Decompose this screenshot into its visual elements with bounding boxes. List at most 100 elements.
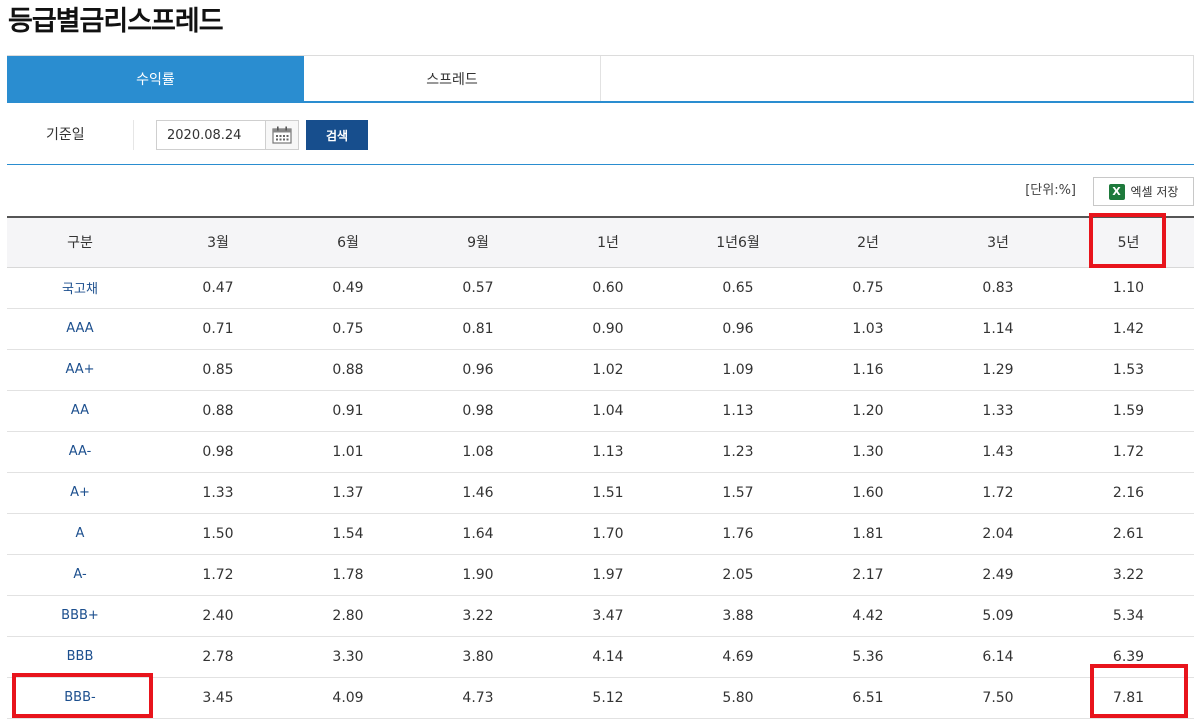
row-grade: AAA [66,321,94,336]
table-cell: 0.75 [852,279,884,296]
table-row: A 1.50 1.54 1.64 1.70 1.76 1.81 2.04 2.6… [7,513,1194,554]
row-grade: A- [73,567,87,582]
table-cell: 2.40 [202,607,234,624]
row-grade: BBB- [64,690,96,705]
unit-label: [단위:%] [1025,183,1076,198]
table-cell: 1.51 [592,484,624,501]
table-cell: 2.17 [852,566,884,583]
table-cell: 1.13 [722,402,754,419]
table-cell: 1.23 [722,443,754,460]
table-row: AAA 0.71 0.75 0.81 0.90 0.96 1.03 1.14 1… [7,308,1194,349]
column-header-6m: 6월 [337,235,359,252]
table-cell: 0.57 [462,279,494,296]
table-cell: 2.05 [722,566,754,583]
table-cell: 1.33 [982,402,1014,419]
row-grade: AA [70,403,90,418]
table-cell: 1.97 [592,566,624,583]
row-grade: AA+ [65,362,95,377]
table-row: A- 1.72 1.78 1.90 1.97 2.05 2.17 2.49 3.… [7,554,1194,595]
table-cell: 3.22 [1112,566,1145,583]
table-cell: 4.69 [722,648,754,665]
table-cell: 2.61 [1112,525,1145,542]
row-grade: A+ [70,485,90,500]
table-cell: 4.73 [462,689,494,706]
row-grade: AA- [68,444,92,459]
table-cell: 2.78 [202,648,234,665]
table-cell: 3.88 [722,607,754,624]
table-cell: 1.53 [1112,361,1145,378]
table-cell: 2.16 [1112,484,1145,501]
table-cell: 0.81 [462,320,494,337]
excel-save-button[interactable]: X 엑셀 저장 [1093,177,1194,206]
table-cell: 6.51 [852,689,884,706]
table-cell: 0.98 [462,402,494,419]
table-cell: 1.76 [722,525,754,542]
table-cell: 0.96 [462,361,494,378]
table-cell: 1.09 [722,361,754,378]
tab-yield[interactable]: 수익률 [7,56,304,101]
column-header-2y: 2년 [857,235,879,252]
table-cell: 3.22 [462,607,494,624]
table-cell: 1.14 [982,320,1014,337]
column-header-1y6m: 1년6월 [716,235,760,252]
table-cell: 1.78 [332,566,364,583]
table-cell: 1.42 [1112,320,1145,337]
table-row: 국고채 0.47 0.49 0.57 0.60 0.65 0.75 0.83 1… [7,267,1194,308]
table-cell: 1.29 [982,361,1014,378]
table-cell: 1.59 [1112,402,1145,419]
base-date-input[interactable] [156,120,266,150]
tab-bar: 수익률 스프레드 [7,55,1194,103]
table-cell: 6.39 [1112,648,1145,665]
table-cell: 2.80 [332,607,364,624]
table-cell: 0.83 [982,279,1014,296]
table-cell: 6.14 [982,648,1014,665]
table-row: AA 0.88 0.91 0.98 1.04 1.13 1.20 1.33 1.… [7,390,1194,431]
excel-icon: X [1108,183,1125,200]
table-cell: 1.03 [852,320,884,337]
search-button[interactable]: 검색 [306,120,368,150]
table-cell: 1.30 [852,443,884,460]
table-cell: 1.64 [462,525,494,542]
table-cell: 0.88 [332,361,364,378]
row-grade: BBB+ [61,608,99,623]
table-cell: 1.01 [332,443,364,460]
table-cell: 1.54 [332,525,364,542]
table-cell: 1.72 [1112,443,1145,460]
base-date-label: 기준일 [46,127,85,143]
table-row: AA- 0.98 1.01 1.08 1.13 1.23 1.30 1.43 1… [7,431,1194,472]
table-row: A+ 1.33 1.37 1.46 1.51 1.57 1.60 1.72 2.… [7,472,1194,513]
tab-spread[interactable]: 스프레드 [304,56,601,101]
table-cell: 1.13 [592,443,624,460]
column-header-1y: 1년 [597,235,619,252]
table-cell: 4.09 [332,689,364,706]
row-grade: 국고채 [62,282,98,297]
table-cell: 0.96 [722,320,754,337]
yield-table: 구분 3월 6월 9월 1년 1년6월 2년 3년 5년 국고채 0.47 0.… [7,216,1194,719]
table-cell: 0.91 [332,402,364,419]
table-cell: 1.08 [462,443,494,460]
table-row: BBB 2.78 3.30 3.80 4.14 4.69 5.36 6.14 6… [7,636,1194,677]
table-cell: 4.14 [592,648,624,665]
column-header-9m: 9월 [467,235,489,252]
column-header-3y: 3년 [987,235,1009,252]
table-cell: 2.04 [982,525,1014,542]
tab-bar-filler [601,56,1193,101]
table-header-row: 구분 3월 6월 9월 1년 1년6월 2년 3년 5년 [7,217,1194,267]
page-title: 등급별금리스프레드 [8,6,224,37]
filter-divider [133,120,134,150]
table-cell: 1.04 [592,402,624,419]
table-row: BBB+ 2.40 2.80 3.22 3.47 3.88 4.42 5.09 … [7,595,1194,636]
table-cell: 2.49 [982,566,1014,583]
table-cell: 5.36 [852,648,884,665]
calendar-button[interactable] [265,120,299,150]
table-cell: 5.09 [982,607,1014,624]
table-cell: 1.16 [852,361,884,378]
table-cell: 1.37 [332,484,364,501]
yield-table-container: 구분 3월 6월 9월 1년 1년6월 2년 3년 5년 국고채 0.47 0.… [7,216,1194,719]
table-cell: 1.81 [852,525,884,542]
table-cell: 3.80 [462,648,494,665]
table-cell: 1.70 [592,525,624,542]
table-cell: 0.90 [592,320,624,337]
table-cell: 1.60 [852,484,884,501]
table-cell: 1.33 [202,484,234,501]
